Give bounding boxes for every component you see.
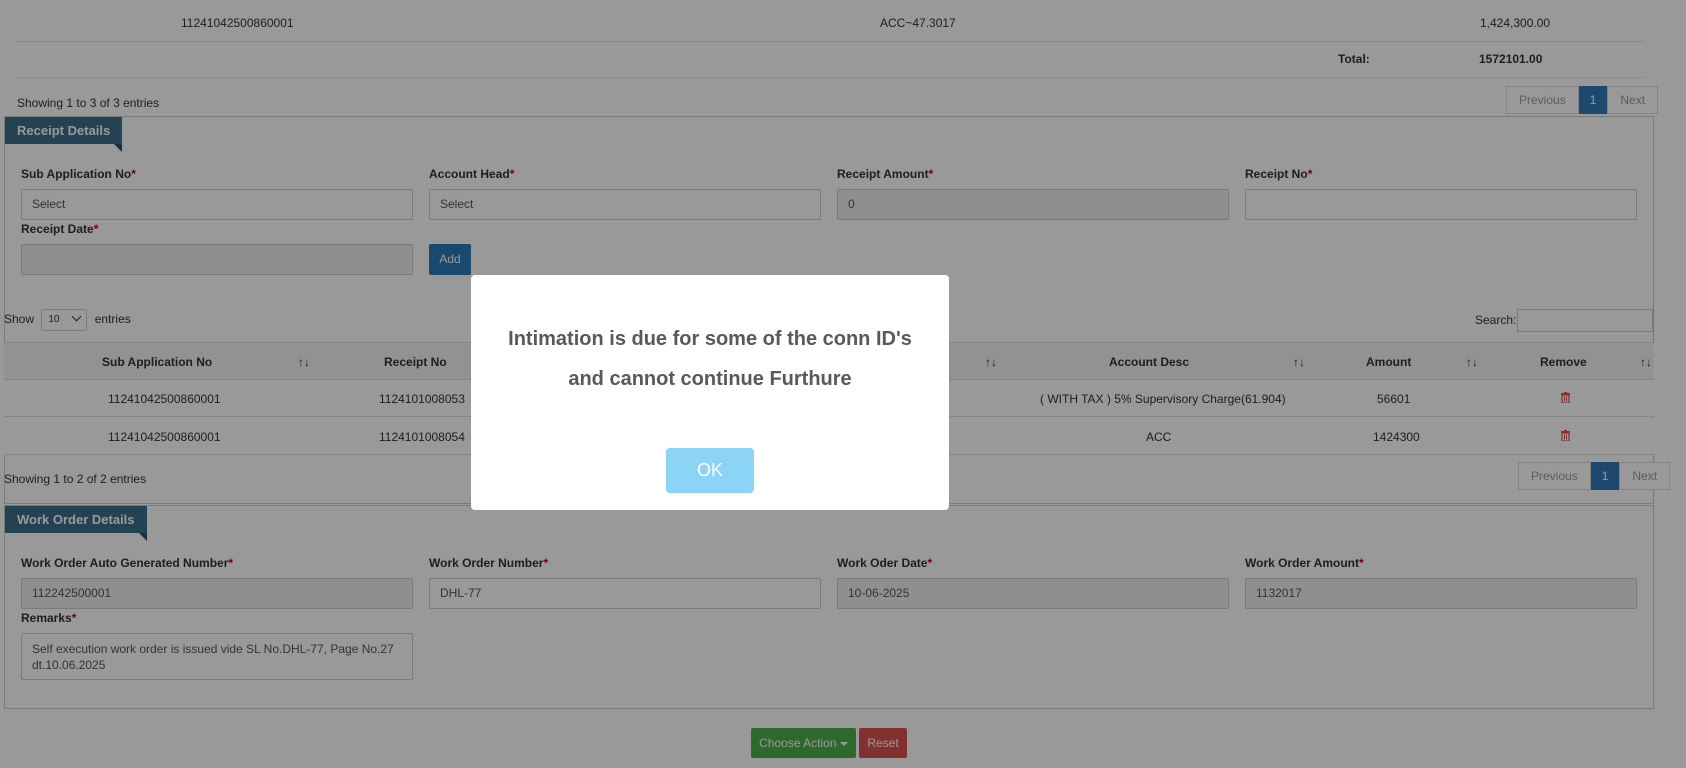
alert-dialog: Intimation is due for some of the conn I… (471, 275, 949, 510)
alert-message: Intimation is due for some of the conn I… (508, 328, 912, 390)
ok-button[interactable]: OK (666, 448, 754, 493)
page: 11241042500860001 ACC~47.3017 1,424,300.… (0, 0, 1686, 768)
